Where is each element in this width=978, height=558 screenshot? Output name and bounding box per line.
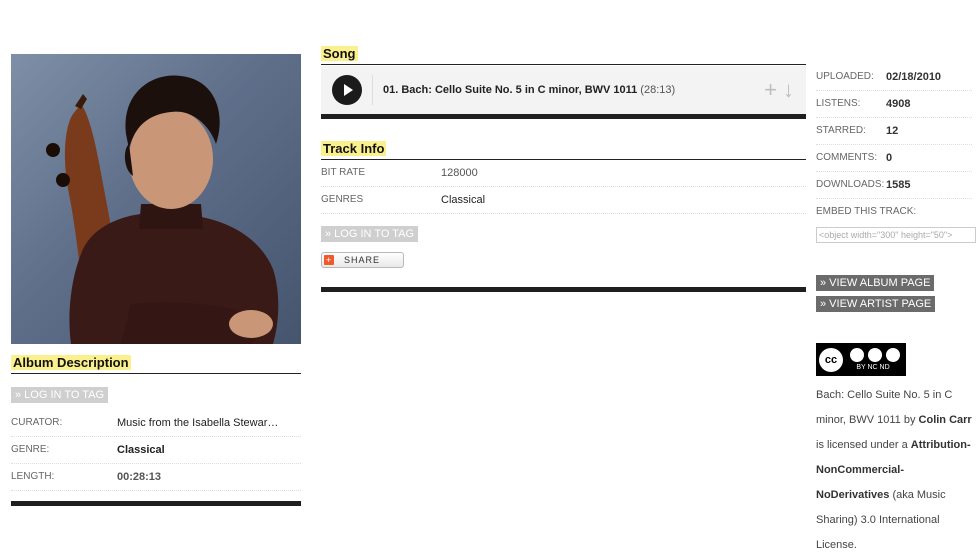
track-info-divider	[321, 287, 806, 292]
length-label: LENGTH:	[11, 471, 55, 482]
album-cover-photo	[11, 54, 301, 344]
bit-rate-label: BIT RATE	[321, 167, 366, 178]
view-artist-page-button[interactable]: » VIEW ARTIST PAGE	[816, 296, 936, 312]
starred-row: STARRED: 12	[816, 118, 972, 145]
song-divider	[321, 114, 806, 119]
genre-row: GENRE: Classical	[11, 437, 301, 464]
log-in-to-tag-button[interactable]: » LOG IN TO TAG	[11, 387, 109, 403]
curator-label: CURATOR:	[11, 417, 63, 428]
curator-row: CURATOR: Music from the Isabella Stewar…	[11, 410, 301, 437]
cellist-portrait-image	[46, 75, 279, 344]
share-label: SHARE	[344, 255, 381, 265]
uploaded-row: UPLOADED: 02/18/2010	[816, 64, 972, 91]
share-plus-icon: +	[324, 255, 334, 265]
listens-value: 4908	[886, 98, 911, 110]
artist-link[interactable]: Colin Carr	[919, 414, 972, 426]
album-description-heading: Album Description	[11, 353, 301, 374]
bit-rate-row: BIT RATE 128000	[321, 160, 806, 187]
song-section: Song	[321, 44, 806, 65]
comments-value: 0	[886, 152, 893, 164]
album-description-section: Album Description » LOG IN TO TAG CURATO…	[11, 353, 301, 506]
share-button[interactable]: + SHARE	[321, 252, 404, 268]
track-title[interactable]: 01. Bach: Cello Suite No. 5 in C minor, …	[383, 84, 637, 96]
genres-label: GENRES	[321, 194, 364, 205]
license-by: by	[903, 414, 916, 426]
embed-code-field[interactable]	[816, 227, 976, 243]
comments-row: COMMENTS: 0	[816, 145, 972, 172]
by-attribution-icon	[850, 348, 864, 362]
starred-label: STARRED:	[816, 125, 866, 136]
cc-badge-sub: BY NC ND	[856, 364, 890, 371]
listens-row: LISTENS: 4908	[816, 91, 972, 118]
view-album-page-button[interactable]: » VIEW ALBUM PAGE	[816, 275, 935, 291]
license-text: Bach: Cello Suite No. 5 in C minor, BWV …	[816, 383, 972, 558]
embed-label: EMBED THIS TRACK:	[816, 206, 917, 217]
creative-commons-badge[interactable]: cc BY NC ND	[816, 343, 906, 376]
genres-row: GENRES Classical	[321, 187, 806, 214]
downloads-row: DOWNLOADS: 1585	[816, 172, 972, 199]
non-commercial-icon	[868, 348, 882, 362]
track-info-heading: Track Info	[321, 139, 806, 160]
song-player-row: 01. Bach: Cello Suite No. 5 in C minor, …	[321, 66, 806, 114]
uploaded-label: UPLOADED:	[816, 71, 874, 82]
downloads-label: DOWNLOADS:	[816, 179, 885, 190]
length-row: LENGTH: 00:28:13	[11, 464, 301, 491]
log-in-to-tag-button-track[interactable]: » LOG IN TO TAG	[321, 226, 419, 242]
divider	[372, 75, 373, 105]
comments-label: COMMENTS:	[816, 152, 878, 163]
track-stats: UPLOADED: 02/18/2010 LISTENS: 4908 STARR…	[816, 64, 976, 243]
no-derivatives-icon	[886, 348, 900, 362]
track-length: (28:13)	[640, 84, 676, 96]
song-heading: Song	[321, 44, 806, 65]
genre-value[interactable]: Classical	[117, 437, 165, 463]
genres-value[interactable]: Classical	[441, 187, 485, 213]
starred-value: 12	[886, 125, 899, 137]
plus-icon[interactable]: +	[764, 79, 777, 101]
bit-rate-value: 128000	[441, 167, 478, 179]
genre-label: GENRE:	[11, 444, 50, 455]
curator-value[interactable]: Music from the Isabella Stewar…	[117, 410, 278, 436]
listens-label: LISTENS:	[816, 98, 861, 109]
uploaded-value: 02/18/2010	[886, 71, 942, 83]
downloads-value: 1585	[886, 179, 911, 191]
page-links: » VIEW ALBUM PAGE » VIEW ARTIST PAGE	[816, 275, 936, 312]
play-icon[interactable]	[332, 75, 362, 105]
download-arrow-icon[interactable]: ↓	[783, 79, 794, 101]
length-value: 00:28:13	[117, 471, 162, 483]
track-info-section: Track Info BIT RATE 128000 GENRES Classi…	[321, 139, 806, 268]
cc-logo-icon: cc	[819, 347, 843, 372]
license-is-licensed: is licensed under a	[816, 439, 908, 451]
section-divider	[11, 501, 301, 506]
